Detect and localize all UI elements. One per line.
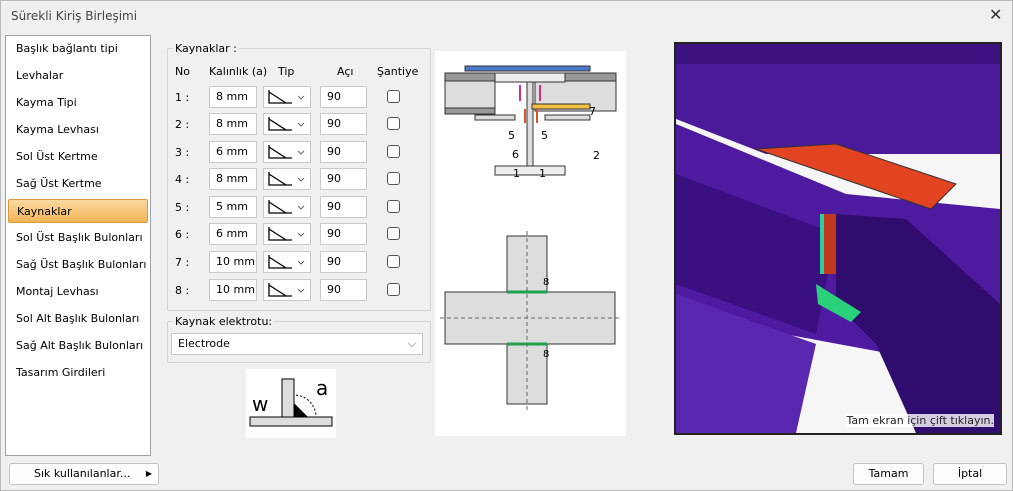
angle-input[interactable]: 90 [320, 113, 367, 135]
weld-diagram: 7 5 5 6 2 1 1 8 8 [435, 51, 626, 436]
diag-label-8b: 8 [543, 349, 549, 360]
header-no: No [175, 65, 190, 78]
fillet-weld-icon [268, 117, 305, 131]
angle-input[interactable]: 90 [320, 86, 367, 108]
angle-input[interactable]: 90 [320, 223, 367, 245]
w-label: w [252, 392, 268, 416]
fillet-weld-icon [268, 172, 305, 186]
nav-item[interactable]: Kayma Tipi [8, 91, 148, 115]
fillet-weld-icon [268, 145, 305, 159]
3d-view[interactable]: Tam ekran için çift tıklayın. [674, 42, 1002, 435]
weld-type-select[interactable] [263, 251, 311, 273]
diag-label-6: 6 [512, 148, 519, 161]
site-weld-checkbox[interactable] [387, 172, 400, 185]
fillet-weld-icon [268, 283, 305, 297]
angle-input[interactable]: 90 [320, 141, 367, 163]
thickness-input[interactable]: 10 mm [209, 251, 257, 273]
nav-item[interactable]: Levhalar [8, 64, 148, 88]
nav-item[interactable]: Sol Üst Kertme [8, 145, 148, 169]
thickness-input[interactable]: 8 mm [209, 113, 257, 135]
nav-item[interactable]: Başlık bağlantı tipi [8, 37, 148, 61]
thickness-input[interactable]: 6 mm [209, 141, 257, 163]
nav-item[interactable]: Sağ Üst Başlık Bulonları [8, 253, 148, 277]
angle-input[interactable]: 90 [320, 279, 367, 301]
weld-no: 2 : [175, 118, 190, 131]
nav-item[interactable]: Sol Üst Başlık Bulonları [8, 226, 148, 250]
nav-list: Başlık bağlantı tipi Levhalar Kayma Tipi Ka… [5, 35, 151, 456]
nav-item[interactable]: Sağ Alt Başlık Bulonları [8, 334, 148, 358]
nav-item[interactable]: Sağ Üst Kertme [8, 172, 148, 196]
favorites-label: Sık kullanılanlar... [34, 467, 131, 480]
thickness-input[interactable]: 5 mm [209, 196, 257, 218]
thickness-input[interactable]: 10 mm [209, 279, 257, 301]
diag-label-5a: 5 [508, 129, 515, 142]
chevron-down-icon: ⌵ [407, 337, 416, 350]
weld-no: 6 : [175, 228, 190, 241]
angle-input[interactable]: 90 [320, 168, 367, 190]
fillet-weld-icon [268, 90, 305, 104]
header-type: Tip [278, 65, 295, 78]
diag-label-5b: 5 [541, 129, 548, 142]
fillet-weld-icon [268, 227, 305, 241]
weld-no: 1 : [175, 91, 190, 104]
chevron-right-icon: ▶ [145, 469, 152, 478]
weld-no: 4 : [175, 173, 190, 186]
weld-type-select[interactable] [263, 113, 311, 135]
thickness-input[interactable]: 8 mm [209, 86, 257, 108]
site-weld-checkbox[interactable] [387, 283, 400, 296]
nav-item[interactable]: Tasarım Girdileri [8, 361, 148, 385]
electrode-label: Kaynak elektrotu: [173, 315, 275, 328]
thickness-input[interactable]: 6 mm [209, 223, 257, 245]
weld-sketch: w a [246, 369, 336, 438]
diag-label-2: 2 [593, 149, 600, 162]
fullscreen-hint: Tam ekran için çift tıklayın. [846, 414, 994, 427]
window-title: Sürekli Kiriş Birleşimi [11, 9, 138, 23]
site-weld-checkbox[interactable] [387, 227, 400, 240]
site-weld-checkbox[interactable] [387, 117, 400, 130]
ok-button[interactable]: Tamam [853, 463, 924, 485]
site-weld-checkbox[interactable] [387, 200, 400, 213]
site-weld-checkbox[interactable] [387, 145, 400, 158]
cancel-button[interactable]: İptal [933, 463, 1007, 485]
electrode-value: Electrode [178, 337, 230, 350]
close-icon[interactable]: ✕ [989, 5, 1002, 24]
nav-item[interactable]: Montaj Levhası [8, 280, 148, 304]
header-thickness: Kalınlık (a) [209, 65, 268, 78]
a-label: a [316, 376, 328, 400]
weld-no: 8 : [175, 284, 190, 297]
electrode-select[interactable]: Electrode ⌵ [171, 333, 423, 355]
nav-item[interactable]: Kaynaklar [8, 199, 148, 223]
weld-no: 5 : [175, 201, 190, 214]
weld-type-select[interactable] [263, 279, 311, 301]
3d-model [676, 44, 1000, 433]
site-weld-checkbox[interactable] [387, 255, 400, 268]
weld-type-select[interactable] [263, 223, 311, 245]
weld-type-select[interactable] [263, 141, 311, 163]
weld-type-select[interactable] [263, 86, 311, 108]
favorites-button[interactable]: Sık kullanılanlar... ▶ [9, 463, 159, 485]
angle-input[interactable]: 90 [320, 251, 367, 273]
diag-label-8a: 8 [543, 277, 549, 288]
diag-label-7: 7 [589, 105, 596, 118]
welds-group-label: Kaynaklar : [173, 42, 239, 55]
fillet-weld-icon [268, 200, 305, 214]
thickness-input[interactable]: 8 mm [209, 168, 257, 190]
weld-no: 7 : [175, 256, 190, 269]
diag-label-1a: 1 [513, 167, 520, 180]
header-angle: Açı [337, 65, 354, 78]
header-site: Şantiye [377, 65, 419, 78]
nav-item[interactable]: Sol Alt Başlık Bulonları [8, 307, 148, 331]
angle-input[interactable]: 90 [320, 196, 367, 218]
weld-type-select[interactable] [263, 168, 311, 190]
weld-no: 3 : [175, 146, 190, 159]
nav-item[interactable]: Kayma Levhası [8, 118, 148, 142]
site-weld-checkbox[interactable] [387, 90, 400, 103]
fillet-weld-icon [268, 255, 305, 269]
weld-type-select[interactable] [263, 196, 311, 218]
diag-label-1b: 1 [539, 167, 546, 180]
